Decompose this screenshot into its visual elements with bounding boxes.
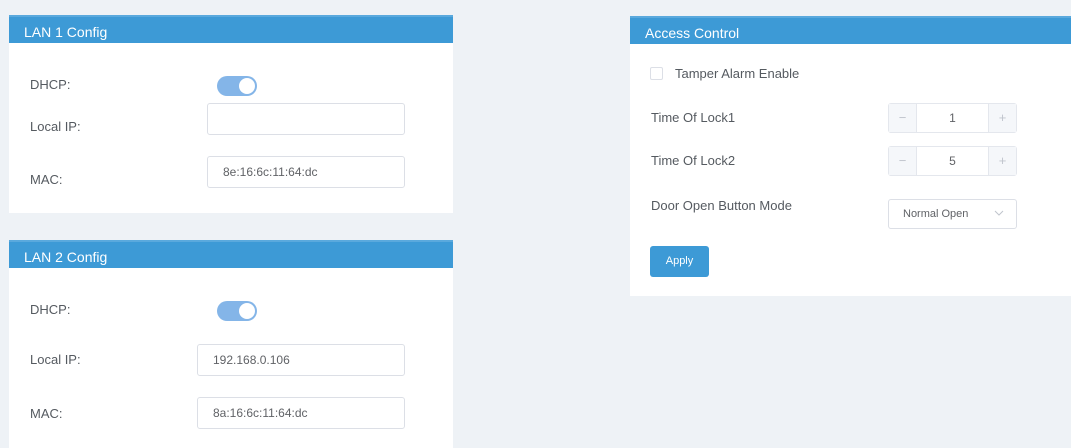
apply-button[interactable]: Apply: [650, 246, 709, 277]
access-control-panel: Access Control Tamper Alarm Enable Time …: [630, 16, 1071, 296]
lan1-dhcp-toggle[interactable]: [217, 76, 257, 96]
lan2-local-ip-label: Local IP:: [30, 352, 81, 367]
lock2-decrement-button[interactable]: −: [889, 147, 917, 175]
lan1-dhcp-label: DHCP:: [30, 77, 71, 92]
lock2-value: 5: [949, 154, 956, 168]
lan2-dhcp-toggle[interactable]: [217, 301, 257, 321]
door-mode-label: Door Open Button Mode: [651, 198, 792, 213]
toggle-knob: [239, 303, 255, 319]
door-mode-value: Normal Open: [903, 208, 969, 220]
lock1-value: 1: [949, 111, 956, 125]
lock2-stepper[interactable]: − 5 +: [888, 146, 1017, 176]
lan2-dhcp-label: DHCP:: [30, 302, 71, 317]
page: LAN 1 Config DHCP: Local IP: MAC: LAN 2 …: [0, 0, 1071, 448]
lock2-increment-button[interactable]: +: [988, 147, 1016, 175]
tamper-alarm-label: Tamper Alarm Enable: [675, 66, 800, 81]
lan2-panel-title: LAN 2 Config: [9, 240, 453, 268]
lan2-mac-input[interactable]: [197, 397, 405, 429]
lock1-label: Time Of Lock1: [651, 110, 736, 125]
lan1-local-ip-input[interactable]: [207, 103, 405, 135]
lan1-mac-input[interactable]: [207, 156, 405, 188]
lock1-increment-button[interactable]: +: [988, 104, 1016, 132]
lan1-config-panel: LAN 1 Config DHCP: Local IP: MAC:: [9, 15, 453, 213]
lan1-mac-label: MAC:: [30, 172, 63, 187]
door-mode-select[interactable]: Normal Open: [888, 199, 1017, 229]
lan2-mac-label: MAC:: [30, 406, 63, 421]
lan1-panel-title: LAN 1 Config: [9, 15, 453, 43]
lan1-local-ip-label: Local IP:: [30, 119, 81, 134]
lock1-decrement-button[interactable]: −: [889, 104, 917, 132]
lan2-config-panel: LAN 2 Config DHCP: Local IP: MAC:: [9, 240, 453, 448]
chevron-down-icon: [994, 200, 1004, 228]
access-panel-title: Access Control: [630, 16, 1071, 44]
tamper-alarm-checkbox[interactable]: [650, 67, 663, 80]
lock1-stepper[interactable]: − 1 +: [888, 103, 1017, 133]
lan2-local-ip-input[interactable]: [197, 344, 405, 376]
toggle-knob: [239, 78, 255, 94]
lock2-label: Time Of Lock2: [651, 153, 736, 168]
